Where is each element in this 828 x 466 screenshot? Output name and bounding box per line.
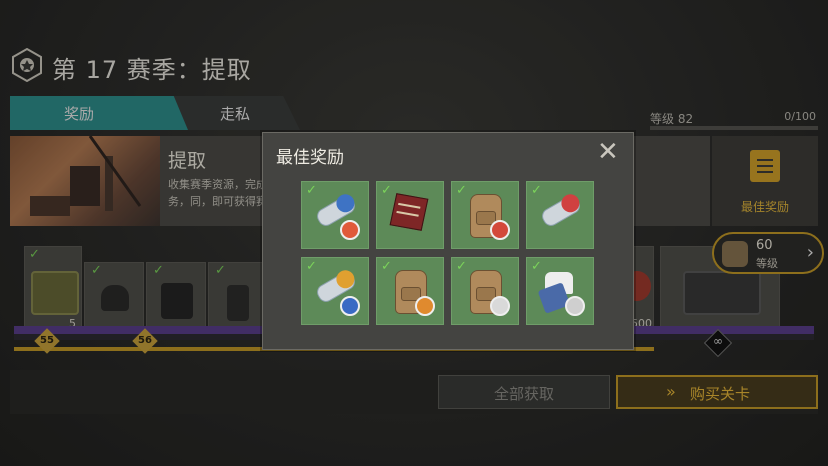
badge-icon xyxy=(340,220,360,240)
badge-icon xyxy=(565,296,585,316)
reward-slot[interactable]: ✓ xyxy=(376,181,444,249)
sleeping-mat-icon xyxy=(539,190,583,229)
badge-icon xyxy=(490,296,510,316)
reward-slot[interactable]: ✓ xyxy=(301,181,369,249)
reward-slot[interactable]: ✓ xyxy=(301,257,369,325)
reward-grid: ✓ ✓ ✓ ✓ ✓ ✓ ✓ ✓ xyxy=(301,181,601,331)
check-icon: ✓ xyxy=(456,183,467,198)
close-icon[interactable]: ✕ xyxy=(597,137,619,167)
reward-slot[interactable]: ✓ xyxy=(451,181,519,249)
check-icon: ✓ xyxy=(381,259,392,274)
check-icon: ✓ xyxy=(381,183,392,198)
reward-slot[interactable]: ✓ xyxy=(451,257,519,325)
check-icon: ✓ xyxy=(531,259,542,274)
reward-slot[interactable]: ✓ xyxy=(376,257,444,325)
camp-chair-icon xyxy=(389,193,429,231)
reward-slot[interactable]: ✓ xyxy=(526,257,594,325)
best-rewards-dialog: 最佳奖励 ✕ ✓ ✓ ✓ ✓ ✓ ✓ ✓ ✓ xyxy=(262,132,634,350)
check-icon: ✓ xyxy=(306,183,317,198)
badge-icon xyxy=(490,220,510,240)
reward-slot[interactable]: ✓ xyxy=(526,181,594,249)
season-screen: 第 17 赛季：提取 走私 奖励 等级 82 0/100 提取 收集赛季资源，完… xyxy=(0,0,828,466)
check-icon: ✓ xyxy=(531,183,542,198)
check-icon: ✓ xyxy=(306,259,317,274)
dialog-title: 最佳奖励 xyxy=(276,148,344,168)
check-icon: ✓ xyxy=(456,259,467,274)
badge-icon xyxy=(415,296,435,316)
badge-icon xyxy=(340,296,360,316)
